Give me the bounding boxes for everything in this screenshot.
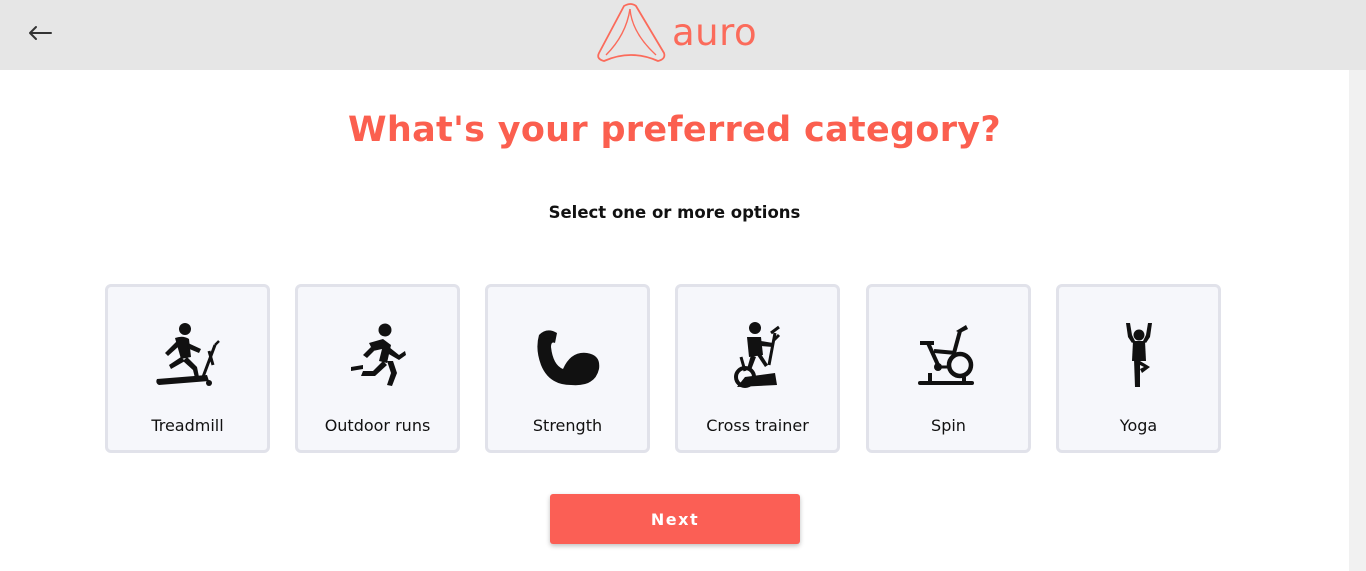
treadmill-icon: [155, 323, 220, 386]
next-button-label: Next: [650, 509, 700, 529]
option-card-yoga[interactable]: Yoga: [1056, 284, 1221, 453]
vertical-scrollbar[interactable]: [1349, 70, 1366, 571]
option-label: Strength: [532, 416, 603, 435]
arrow-left-icon: [29, 26, 52, 40]
option-label: Outdoor runs: [324, 416, 431, 435]
page-title: What's your preferred category?: [348, 110, 1001, 150]
option-card-outdoor-runs[interactable]: Outdoor runs: [295, 284, 460, 453]
flexed-bicep-icon: [536, 330, 599, 386]
option-card-cross-trainer[interactable]: Cross trainer: [675, 284, 840, 453]
page-subtitle: Select one or more options: [548, 203, 801, 222]
category-page: What's your preferred category? Select o…: [0, 70, 1349, 571]
next-button[interactable]: Next: [550, 494, 800, 544]
option-label: Cross trainer: [706, 416, 809, 435]
runner-icon: [350, 323, 406, 386]
category-options: Treadmill Outdoor runs Strength Cross tr…: [105, 284, 1225, 454]
option-label: Spin: [931, 416, 966, 435]
app-header: auro: [0, 0, 1366, 70]
back-button[interactable]: [22, 18, 58, 48]
yoga-pose-icon: [1125, 323, 1152, 387]
option-card-spin[interactable]: Spin: [866, 284, 1031, 453]
option-label: Yoga: [1119, 416, 1158, 435]
option-card-treadmill[interactable]: Treadmill: [105, 284, 270, 453]
cross-trainer-icon: [733, 322, 780, 388]
auro-logo-icon: [597, 3, 666, 62]
option-label: Treadmill: [151, 416, 224, 435]
auro-logo: auro: [596, 2, 757, 68]
logo-wordmark: auro: [672, 10, 758, 54]
spin-bike-icon: [917, 325, 974, 385]
option-card-strength[interactable]: Strength: [485, 284, 650, 453]
